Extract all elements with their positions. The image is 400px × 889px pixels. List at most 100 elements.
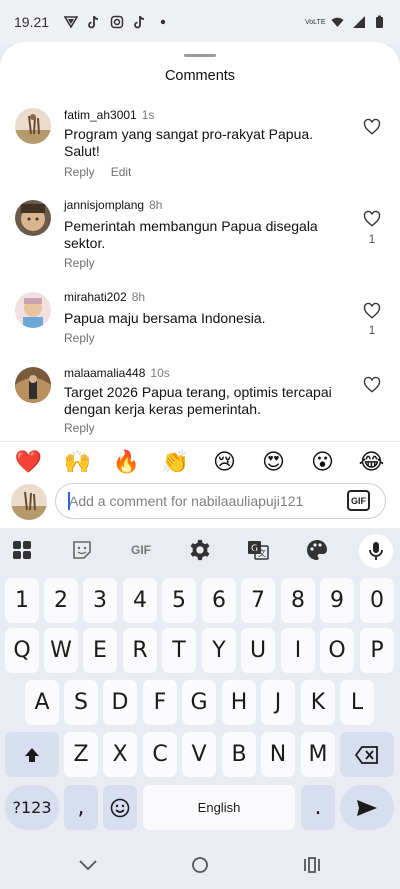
gif-button[interactable]: GIF [347,490,370,511]
home-button-icon[interactable] [187,852,213,878]
edit-button[interactable]: Edit [111,165,132,179]
key-r[interactable]: R [123,628,157,673]
emoji-heart[interactable]: ❤️ [9,449,49,475]
signal-icon [353,16,365,28]
comment-username[interactable]: malaamalia448 10s [64,366,170,380]
like-heart-icon[interactable] [363,210,381,228]
key-d[interactable]: D [103,680,137,725]
recents-icon[interactable] [299,852,325,878]
key-6[interactable]: 6 [202,578,236,623]
key-x[interactable]: X [103,732,137,777]
emoji-fire[interactable]: 🔥 [107,449,147,475]
avatar[interactable] [15,292,51,328]
key-t[interactable]: T [162,628,196,673]
symbols-key[interactable]: ?123 [5,785,59,830]
key-8[interactable]: 8 [281,578,315,623]
avatar[interactable] [15,200,51,236]
sticker-icon[interactable] [68,536,96,564]
comment-item: mirahati202 8h Papua maju bersama Indones… [0,288,400,368]
key-3[interactable]: 3 [83,578,117,623]
comment-input[interactable] [55,483,386,519]
emoji-heart-eyes[interactable]: 😍 [254,449,294,475]
comment-time: 8h [131,290,146,304]
back-chevron-icon[interactable] [75,852,101,878]
key-e[interactable]: E [83,628,117,673]
emoji-laughing[interactable]: 😂 [352,449,392,475]
keyboard: 1 2 3 4 5 6 7 8 9 0 Q W E R T Y U I O P … [0,572,400,842]
key-0[interactable]: 0 [360,578,394,623]
drag-handle[interactable] [184,54,216,57]
key-f[interactable]: F [143,680,177,725]
comment-username[interactable]: jannisjomplang 8h [64,198,162,212]
reply-button[interactable]: Reply [64,256,95,270]
key-l[interactable]: L [340,680,374,725]
space-key[interactable]: English [143,785,295,830]
key-p[interactable]: P [360,628,394,673]
key-u[interactable]: U [241,628,275,673]
reply-button[interactable]: Reply [64,165,95,179]
comment-time: 8h [149,198,163,212]
key-v[interactable]: V [182,732,216,777]
text-caret [68,492,70,510]
key-5[interactable]: 5 [162,578,196,623]
send-key[interactable] [340,785,394,830]
comment-username[interactable]: mirahati202 8h [64,290,145,304]
key-g[interactable]: G [182,680,216,725]
wifi-icon [331,17,344,27]
emoji-icon [110,798,130,817]
key-m[interactable]: M [301,732,335,777]
key-q[interactable]: Q [5,628,39,673]
reply-button[interactable]: Reply [64,421,95,435]
key-y[interactable]: Y [202,628,236,673]
period-key[interactable]: . [301,785,335,830]
key-4[interactable]: 4 [123,578,157,623]
like-heart-icon[interactable] [363,302,381,320]
palette-icon[interactable] [303,536,331,564]
key-a[interactable]: A [25,680,59,725]
key-2[interactable]: 2 [44,578,78,623]
settings-icon[interactable] [186,536,214,564]
apps-icon[interactable] [8,536,36,564]
key-1[interactable]: 1 [5,578,39,623]
key-i[interactable]: I [281,628,315,673]
backspace-key[interactable] [340,732,394,777]
key-9[interactable]: 9 [320,578,354,623]
key-j[interactable]: J [261,680,295,725]
key-b[interactable]: B [222,732,256,777]
key-k[interactable]: K [301,680,335,725]
emoji-surprised[interactable]: 😮 [303,449,343,475]
emoji-clap[interactable]: 👏 [156,449,196,475]
key-7[interactable]: 7 [241,578,275,623]
emoji-key[interactable] [103,785,137,830]
volte-label: VoLTE [305,18,326,26]
key-s[interactable]: S [64,680,98,725]
gif-icon[interactable]: GIF [124,536,158,564]
key-o[interactable]: O [320,628,354,673]
emoji-crying[interactable]: 😢 [205,449,245,475]
emoji-raised-hands[interactable]: 🙌 [58,449,98,475]
mic-icon[interactable] [359,534,393,568]
like-heart-icon[interactable] [363,118,381,136]
translate-icon[interactable]: G文 [244,536,272,564]
comment-text: Program yang sangat pro-rakyat Papua. Sa… [64,126,314,159]
avatar[interactable] [15,367,51,403]
backspace-icon [355,745,378,764]
key-z[interactable]: Z [64,732,98,777]
reply-button[interactable]: Reply [64,331,95,345]
comma-key[interactable]: , [64,785,98,830]
tiktok-icon [134,15,145,29]
like-heart-icon[interactable] [363,376,381,394]
vpn-icon [64,16,79,29]
tiktok-icon [88,15,99,29]
key-w[interactable]: W [44,628,78,673]
key-h[interactable]: H [222,680,256,725]
comment-username[interactable]: fatim_ah3001 1s [64,108,154,122]
send-icon [357,799,377,816]
instagram-icon [110,15,124,29]
status-time: 19.21 [14,14,50,30]
shift-key[interactable] [5,732,59,777]
key-n[interactable]: N [261,732,295,777]
key-c[interactable]: C [143,732,177,777]
avatar[interactable] [15,108,51,144]
comments-sheet: Comments fatim_ah3001 1s Program yang san… [0,42,400,528]
